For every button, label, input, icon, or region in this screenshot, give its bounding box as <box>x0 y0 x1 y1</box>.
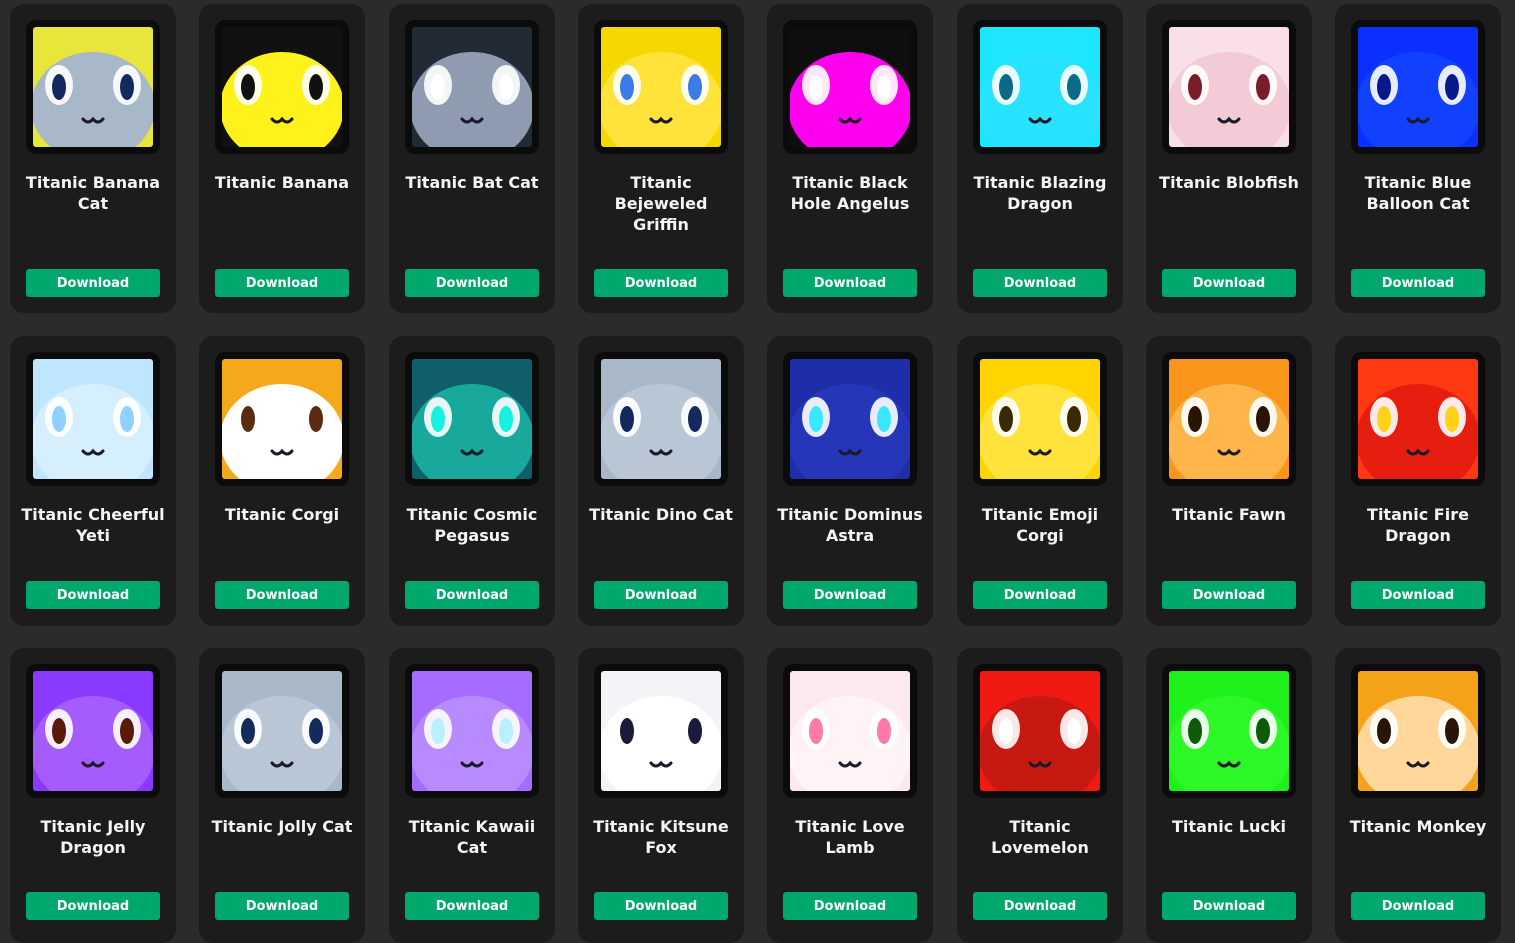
download-button[interactable]: Download <box>1162 892 1296 920</box>
pet-name: Titanic Blue Balloon Cat <box>1364 173 1472 213</box>
pet-card: Titanic Dominus Astra Download <box>767 336 933 626</box>
pet-card: Titanic Cosmic Pegasus Download <box>389 336 555 626</box>
pet-name: Titanic Blazing Dragon <box>973 173 1107 213</box>
pet-name: Titanic Banana <box>214 173 350 192</box>
pet-name: Titanic Bat Cat <box>405 173 539 192</box>
download-button[interactable]: Download <box>215 892 349 920</box>
pet-name: Titanic Jelly Dragon <box>40 817 146 857</box>
download-button[interactable]: Download <box>783 892 917 920</box>
pet-name: Titanic Lovemelon <box>991 817 1089 857</box>
pet-name: Titanic Corgi <box>224 505 340 524</box>
pet-name: Titanic Cheerful Yeti <box>21 505 165 545</box>
download-button[interactable]: Download <box>783 581 917 609</box>
pet-card: Titanic Banana Download <box>199 4 365 313</box>
pet-name: Titanic Black Hole Angelus <box>790 173 910 213</box>
download-button[interactable]: Download <box>215 581 349 609</box>
download-button[interactable]: Download <box>1351 892 1485 920</box>
download-button[interactable]: Download <box>973 581 1107 609</box>
kitsune-fox-face-icon <box>594 664 728 798</box>
pet-name: Titanic Kawaii Cat <box>408 817 536 857</box>
download-button[interactable]: Download <box>973 269 1107 297</box>
pet-card: Titanic Blazing Dragon Download <box>957 4 1123 313</box>
pet-name: Titanic Jolly Cat <box>211 817 353 836</box>
cat-face-icon <box>26 20 160 154</box>
download-button[interactable]: Download <box>26 269 160 297</box>
download-button[interactable]: Download <box>1351 269 1485 297</box>
pet-name: Titanic Cosmic Pegasus <box>406 505 538 545</box>
pet-name: Titanic Banana Cat <box>25 173 161 213</box>
pet-card: Titanic Banana Cat Download <box>10 4 176 313</box>
pet-card: Titanic Love Lamb Download <box>767 648 933 943</box>
pet-name: Titanic Fire Dragon <box>1367 505 1469 545</box>
download-button[interactable]: Download <box>783 269 917 297</box>
pet-card: Titanic Bejeweled Griffin Download <box>578 4 744 313</box>
pet-name: Titanic Fawn <box>1172 505 1286 524</box>
kawaii-cat-face-icon <box>405 664 539 798</box>
pet-card: Titanic Jolly Cat Download <box>199 648 365 943</box>
monkey-face-icon <box>1351 664 1485 798</box>
dragon-face-icon <box>973 20 1107 154</box>
lamb-face-icon <box>783 664 917 798</box>
pet-card: Titanic Blue Balloon Cat Download <box>1335 4 1501 313</box>
pegasus-face-icon <box>405 352 539 486</box>
pet-card: Titanic Corgi Download <box>199 336 365 626</box>
emoji-corgi-face-icon <box>973 352 1107 486</box>
download-button[interactable]: Download <box>26 581 160 609</box>
download-button[interactable]: Download <box>594 269 728 297</box>
pet-card: Titanic Lucki Download <box>1146 648 1312 943</box>
pet-name: Titanic Bejeweled Griffin <box>614 173 708 234</box>
pet-grid: Titanic Banana Cat Download Titanic Banana… <box>0 0 1515 943</box>
pet-name: Titanic Emoji Corgi <box>981 505 1099 545</box>
download-button[interactable]: Download <box>594 581 728 609</box>
pet-card: Titanic Bat Cat Download <box>389 4 555 313</box>
pet-card: Titanic Fawn Download <box>1146 336 1312 626</box>
pet-card: Titanic Kawaii Cat Download <box>389 648 555 943</box>
download-button[interactable]: Download <box>1351 581 1485 609</box>
download-button[interactable]: Download <box>26 892 160 920</box>
pet-name: Titanic Kitsune Fox <box>593 817 729 857</box>
pet-card: Titanic Fire Dragon Download <box>1335 336 1501 626</box>
pet-card: Titanic Jelly Dragon Download <box>10 648 176 943</box>
fawn-face-icon <box>1162 352 1296 486</box>
fire-dragon-face-icon <box>1351 352 1485 486</box>
download-button[interactable]: Download <box>405 581 539 609</box>
pet-name: Titanic Love Lamb <box>795 817 905 857</box>
download-button[interactable]: Download <box>973 892 1107 920</box>
yeti-face-icon <box>26 352 160 486</box>
balloon-cat-face-icon <box>1351 20 1485 154</box>
jelly-dragon-face-icon <box>26 664 160 798</box>
cat-face-icon <box>594 352 728 486</box>
corgi-face-icon <box>215 352 349 486</box>
jolly-cat-face-icon <box>215 664 349 798</box>
banana-icon <box>215 20 349 154</box>
pet-card: Titanic Monkey Download <box>1335 648 1501 943</box>
pet-card: Titanic Emoji Corgi Download <box>957 336 1123 626</box>
pet-card: Titanic Dino Cat Download <box>578 336 744 626</box>
download-button[interactable]: Download <box>1162 269 1296 297</box>
pet-card: Titanic Cheerful Yeti Download <box>10 336 176 626</box>
download-button[interactable]: Download <box>594 892 728 920</box>
lovemelon-face-icon <box>973 664 1107 798</box>
blobfish-face-icon <box>1162 20 1296 154</box>
pet-name: Titanic Lucki <box>1172 817 1286 836</box>
pet-card: Titanic Lovemelon Download <box>957 648 1123 943</box>
pet-card: Titanic Blobfish Download <box>1146 4 1312 313</box>
pet-name: Titanic Monkey <box>1349 817 1487 836</box>
lucki-face-icon <box>1162 664 1296 798</box>
download-button[interactable]: Download <box>215 269 349 297</box>
pet-name: Titanic Dominus Astra <box>777 505 923 545</box>
pet-card: Titanic Black Hole Angelus Download <box>767 4 933 313</box>
download-button[interactable]: Download <box>405 269 539 297</box>
black-hole-icon <box>783 20 917 154</box>
griffin-face-icon <box>594 20 728 154</box>
pet-name: Titanic Dino Cat <box>589 505 733 524</box>
download-button[interactable]: Download <box>1162 581 1296 609</box>
pet-name: Titanic Blobfish <box>1159 173 1299 192</box>
pet-card: Titanic Kitsune Fox Download <box>578 648 744 943</box>
dominus-face-icon <box>783 352 917 486</box>
bat-cat-face-icon <box>405 20 539 154</box>
download-button[interactable]: Download <box>405 892 539 920</box>
